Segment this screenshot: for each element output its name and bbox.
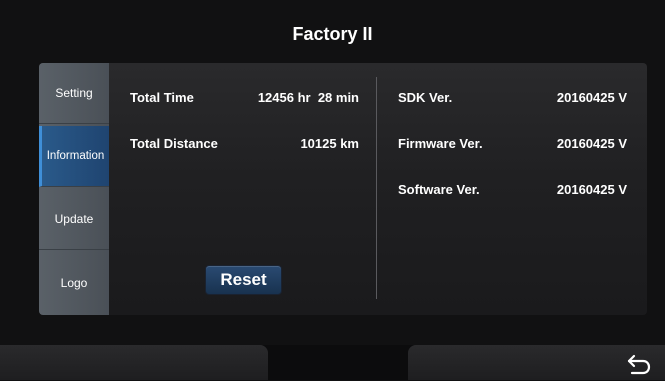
total-time-value: 12456 hr 28 min: [257, 90, 359, 105]
page-title: Factory II: [292, 24, 373, 44]
total-distance-value: 10125 km: [300, 136, 359, 151]
software-version-label: Software Ver.: [398, 182, 480, 197]
total-distance-label: Total Distance: [130, 136, 218, 151]
total-time-label: Total Time: [130, 90, 194, 105]
tab-update[interactable]: Update: [39, 189, 109, 250]
sidebar: Setting Information Update Logo: [39, 63, 109, 315]
back-arrow-icon[interactable]: [626, 352, 652, 376]
firmware-version-label: Firmware Ver.: [398, 136, 483, 151]
sdk-version-value: 20160425 V: [556, 90, 627, 105]
tab-setting[interactable]: Setting: [39, 63, 109, 124]
tab-information[interactable]: Information: [39, 126, 109, 187]
reset-button[interactable]: Reset: [205, 265, 282, 295]
firmware-version-value: 20160425 V: [556, 136, 627, 151]
main-panel: Setting Information Update Logo Total Ti…: [39, 63, 647, 315]
column-divider: [376, 77, 377, 299]
tab-logo[interactable]: Logo: [39, 252, 109, 313]
sdk-version-label: SDK Ver.: [398, 90, 453, 105]
bottom-bar-left-segment: [0, 345, 268, 380]
software-version-value: 20160425 V: [556, 182, 627, 197]
